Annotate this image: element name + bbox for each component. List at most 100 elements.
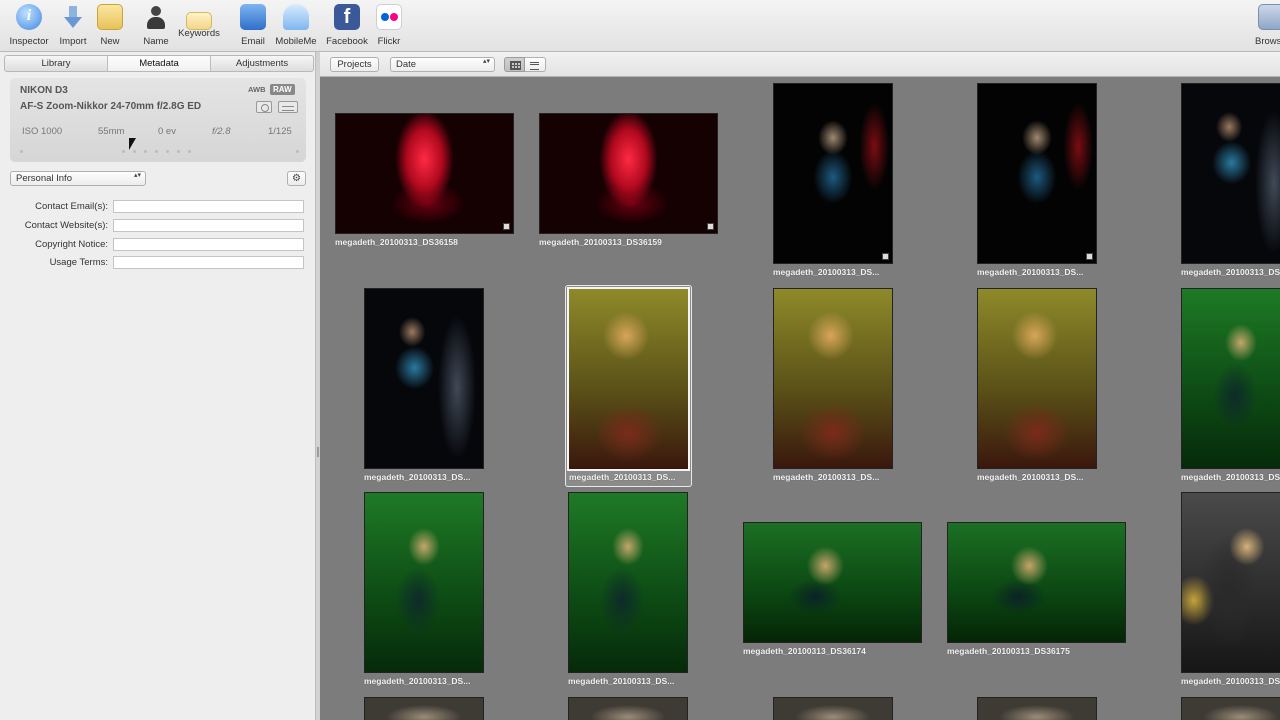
photo-thumbnail[interactable]: megadeth_20100313_DS... bbox=[773, 288, 893, 482]
photo-image bbox=[977, 288, 1097, 469]
scale-dot bbox=[133, 150, 136, 153]
contact-website-field[interactable] bbox=[113, 219, 304, 232]
contact-email-label: Contact Email(s): bbox=[35, 201, 108, 212]
usage-terms-field[interactable] bbox=[113, 256, 304, 269]
inspector-button[interactable]: Inspector bbox=[4, 4, 54, 47]
photo-thumbnail[interactable]: megadeth_20100313_DS... bbox=[773, 83, 893, 277]
photo-thumbnail[interactable]: megadeth_20100313_DS... bbox=[1181, 288, 1280, 482]
photo-thumbnail[interactable]: megadeth_20100313_DS... bbox=[1181, 83, 1280, 277]
photo-filename: megadeth_20100313_DS... bbox=[1181, 472, 1280, 482]
browser-grid-icon bbox=[1258, 4, 1280, 30]
projects-button[interactable]: Projects bbox=[330, 57, 379, 72]
scale-dot bbox=[20, 150, 23, 153]
photo-thumbnail[interactable]: megadeth_20100313_DS... bbox=[364, 288, 484, 482]
browser-label: Brows bbox=[1255, 36, 1280, 47]
photo-image bbox=[364, 697, 484, 720]
mobileme-button[interactable]: MobileMe bbox=[271, 4, 321, 47]
metering-icon bbox=[256, 101, 272, 113]
photo-image bbox=[364, 492, 484, 673]
inspector-label: Inspector bbox=[9, 36, 49, 47]
copyright-notice-label: Copyright Notice: bbox=[35, 239, 108, 250]
new-project-icon bbox=[97, 4, 123, 30]
list-view-icon[interactable] bbox=[525, 57, 546, 72]
photo-thumbnail[interactable]: megadeth_20100313_DS36175 bbox=[947, 522, 1126, 656]
metadata-view-select[interactable]: Personal Info ▴▾ bbox=[10, 171, 146, 186]
new-button[interactable]: New bbox=[85, 4, 135, 47]
new-label: New bbox=[100, 36, 120, 47]
scale-dot bbox=[155, 150, 158, 153]
tab-library[interactable]: Library bbox=[5, 56, 108, 71]
scale-dot bbox=[166, 150, 169, 153]
photo-filename: megadeth_20100313_DS36174 bbox=[743, 646, 866, 656]
contact-email-field[interactable] bbox=[113, 200, 304, 213]
photo-image bbox=[977, 83, 1097, 264]
raw-badge-icon bbox=[882, 253, 889, 260]
flickr-icon bbox=[376, 4, 402, 30]
scale-dot bbox=[296, 150, 299, 153]
select-arrows-icon: ▴▾ bbox=[133, 172, 141, 179]
scale-dot bbox=[122, 150, 125, 153]
photo-thumbnail[interactable]: megadeth_20100313_DS... bbox=[977, 288, 1097, 482]
photo-filename: megadeth_20100313_DS... bbox=[773, 472, 880, 482]
photo-filename: megadeth_20100313_DS... bbox=[568, 676, 675, 686]
photo-thumbnail[interactable]: megadeth_20100313_DS... bbox=[364, 492, 484, 686]
awb-badge: AWB bbox=[248, 85, 266, 94]
photo-image bbox=[773, 697, 893, 720]
browser-toolbar: Projects Date ▴▾ bbox=[320, 52, 1280, 77]
photo-browser: megadeth_20100313_DS36158 megadeth_20100… bbox=[320, 77, 1280, 720]
tab-metadata[interactable]: Metadata bbox=[108, 56, 211, 71]
photo-thumbnail[interactable]: megadeth_20100313_DS... bbox=[1181, 492, 1280, 686]
exposure-scale bbox=[18, 150, 302, 153]
photo-filename: megadeth_20100313_DS... bbox=[1181, 676, 1280, 686]
inspector-tabs: Library Metadata Adjustments bbox=[4, 55, 314, 72]
camera-model: NIKON D3 bbox=[20, 85, 68, 96]
copyright-notice-field[interactable] bbox=[113, 238, 304, 251]
usage-terms-label: Usage Terms: bbox=[49, 257, 108, 268]
photo-thumbnail[interactable] bbox=[364, 697, 484, 720]
photo-thumbnail[interactable] bbox=[568, 697, 688, 720]
flickr-button[interactable]: Flickr bbox=[364, 4, 414, 47]
photo-image bbox=[335, 113, 514, 234]
sort-value: Date bbox=[396, 59, 417, 70]
focal-length-value: 55mm bbox=[98, 126, 125, 137]
photo-thumbnail[interactable]: megadeth_20100313_DS... bbox=[977, 83, 1097, 277]
photo-image bbox=[567, 287, 690, 471]
scale-dot bbox=[188, 150, 191, 153]
mouse-pointer-icon bbox=[129, 138, 136, 150]
photo-thumbnail[interactable] bbox=[1181, 697, 1280, 720]
exposure-bias-value: 0 ev bbox=[158, 126, 176, 137]
photo-thumbnail[interactable]: megadeth_20100313_DS... bbox=[568, 492, 688, 686]
raw-badge-icon bbox=[707, 223, 714, 230]
photo-thumbnail-selected[interactable]: megadeth_20100313_DS... bbox=[567, 287, 690, 482]
contact-website-label: Contact Website(s): bbox=[24, 220, 108, 231]
photo-thumbnail[interactable] bbox=[773, 697, 893, 720]
sort-select[interactable]: Date ▴▾ bbox=[390, 57, 495, 72]
photo-filename: megadeth_20100313_DS... bbox=[1181, 267, 1280, 277]
photo-filename: megadeth_20100313_DS... bbox=[364, 676, 471, 686]
photo-thumbnail[interactable]: megadeth_20100313_DS36158 bbox=[335, 113, 514, 247]
photo-filename: megadeth_20100313_DS36175 bbox=[947, 646, 1070, 656]
person-silhouette-icon bbox=[143, 4, 169, 30]
keywords-button[interactable]: Keywords bbox=[174, 4, 224, 39]
photo-thumbnail[interactable]: megadeth_20100313_DS36174 bbox=[743, 522, 922, 656]
import-arrow-icon bbox=[60, 4, 86, 30]
aperture-value: f/2.8 bbox=[212, 126, 231, 137]
camera-info-box: NIKON D3 AF-S Zoom-Nikkor 24-70mm f/2.8G… bbox=[10, 78, 306, 162]
email-icon bbox=[240, 4, 266, 30]
select-arrows-icon: ▴▾ bbox=[482, 58, 490, 65]
browser-view-button[interactable]: Brows bbox=[1250, 4, 1280, 47]
photo-filename: megadeth_20100313_DS... bbox=[977, 267, 1084, 277]
raw-badge-icon bbox=[503, 223, 510, 230]
grid-view-icon[interactable] bbox=[504, 57, 525, 72]
photo-thumbnail[interactable] bbox=[977, 697, 1097, 720]
photo-filename: megadeth_20100313_DS... bbox=[569, 472, 676, 482]
gear-icon[interactable]: ⚙ bbox=[287, 171, 306, 186]
mobileme-label: MobileMe bbox=[275, 36, 317, 47]
tab-adjustments[interactable]: Adjustments bbox=[211, 56, 313, 71]
keyword-tag-icon bbox=[186, 12, 212, 30]
photo-image bbox=[1181, 492, 1280, 673]
exif-row: ISO 1000 55mm 0 ev f/2.8 1/125 bbox=[10, 126, 306, 140]
photo-thumbnail[interactable]: megadeth_20100313_DS36159 bbox=[539, 113, 718, 247]
raw-badge: RAW bbox=[270, 84, 295, 95]
photo-image bbox=[568, 492, 688, 673]
